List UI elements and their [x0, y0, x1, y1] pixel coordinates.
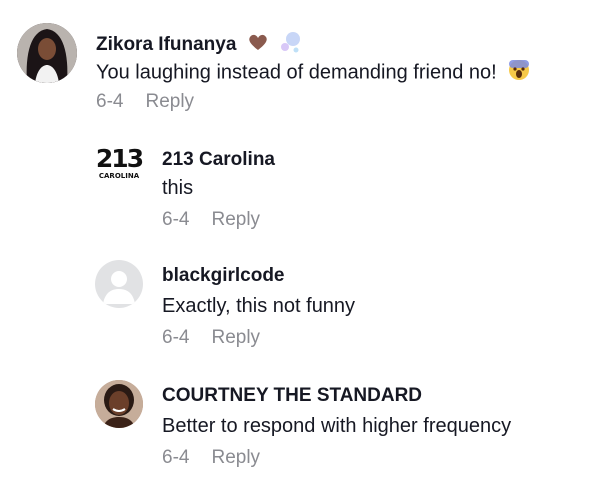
- comment-date: 6-4: [162, 209, 190, 230]
- profile-photo-icon: [95, 380, 143, 428]
- comment-meta: 6-4 Reply: [162, 447, 260, 469]
- comment-date: 6-4: [96, 91, 124, 112]
- comment-author[interactable]: COURTNEY THE STANDARD: [162, 385, 422, 407]
- comment-text: Better to respond with higher frequency: [162, 415, 512, 437]
- comment-meta: 6-4 Reply: [96, 91, 194, 113]
- comment-author[interactable]: Zikora Ifunanya: [96, 30, 303, 60]
- comment-author[interactable]: 213 Carolina: [162, 149, 275, 171]
- brown-heart-icon: [248, 33, 268, 57]
- brand-logo: 213 CAROLINA: [95, 146, 144, 180]
- comment-reply-item: 213 CAROLINA 213 Carolina this 6-4 Reply: [0, 130, 597, 245]
- comment-meta: 6-4 Reply: [162, 327, 260, 349]
- reply-button[interactable]: Reply: [211, 447, 260, 468]
- profile-photo-icon: [17, 23, 77, 83]
- avatar[interactable]: 213 CAROLINA: [94, 146, 144, 186]
- screaming-face-icon: [508, 59, 530, 87]
- comment-date: 6-4: [162, 447, 190, 468]
- comment-reply-item: blackgirlcode Exactly, this not funny 6-…: [0, 245, 597, 365]
- comment-text: this: [162, 177, 194, 199]
- comment-item: Zikora Ifunanya You laughing instead of …: [0, 0, 597, 130]
- bubbles-icon: [279, 30, 303, 60]
- comment-text: You laughing instead of demanding friend…: [96, 59, 530, 87]
- default-user-icon: [103, 271, 135, 304]
- avatar[interactable]: [17, 23, 77, 83]
- reply-button[interactable]: Reply: [211, 327, 260, 348]
- comment-author[interactable]: blackgirlcode: [162, 265, 285, 287]
- reply-button[interactable]: Reply: [211, 209, 260, 230]
- comment-reply-item: COURTNEY THE STANDARD Better to respond …: [0, 365, 597, 490]
- avatar[interactable]: [95, 380, 143, 428]
- reply-button[interactable]: Reply: [145, 91, 194, 112]
- comment-text: Exactly, this not funny: [162, 295, 356, 317]
- comment-meta: 6-4 Reply: [162, 209, 260, 231]
- comment-date: 6-4: [162, 327, 190, 348]
- avatar[interactable]: [95, 260, 143, 308]
